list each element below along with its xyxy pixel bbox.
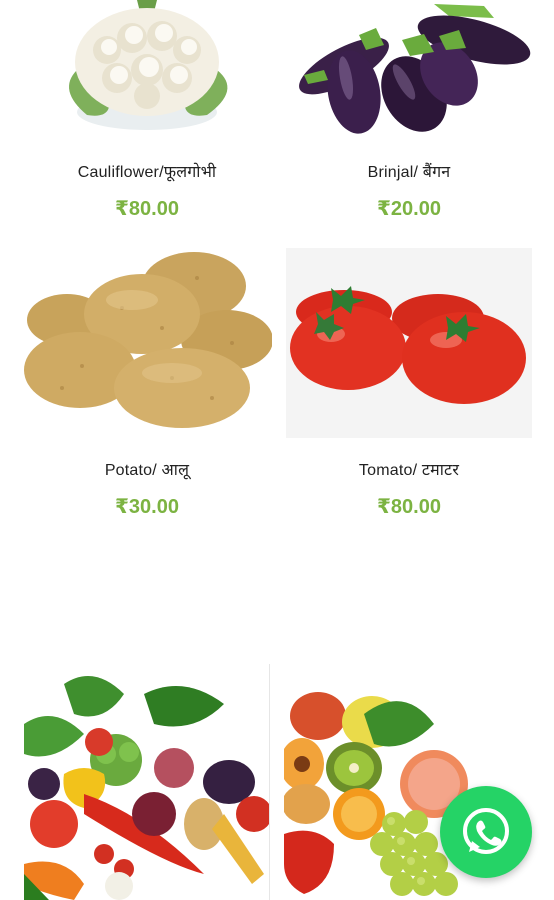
- whatsapp-icon: [463, 808, 509, 854]
- brinjal-image[interactable]: [284, 0, 534, 140]
- product-price: ₹30.00: [115, 496, 179, 518]
- whatsapp-button[interactable]: [440, 786, 532, 878]
- product-price: ₹80.00: [115, 198, 179, 220]
- category-tile-vegetables[interactable]: [24, 664, 270, 900]
- product-name[interactable]: Tomato/ टमाटर: [278, 458, 540, 480]
- potato-image[interactable]: [22, 248, 272, 438]
- product-price: ₹80.00: [377, 496, 441, 518]
- product-card-brinjal[interactable]: Brinjal/ बैंगन ₹20.00: [278, 0, 540, 221]
- mixed-vegetables-image: [24, 676, 269, 900]
- product-name[interactable]: Cauliflower/फूलगोभी: [16, 160, 278, 182]
- product-price: ₹20.00: [377, 198, 441, 220]
- product-card-potato[interactable]: Potato/ आलू ₹30.00: [16, 248, 278, 519]
- cauliflower-image[interactable]: [47, 0, 247, 140]
- product-card-tomato[interactable]: Tomato/ टमाटर ₹80.00: [278, 248, 540, 519]
- tomato-image[interactable]: [286, 248, 532, 438]
- product-name[interactable]: Brinjal/ बैंगन: [278, 160, 540, 182]
- product-card-cauliflower[interactable]: Cauliflower/फूलगोभी ₹80.00: [16, 0, 278, 221]
- product-name[interactable]: Potato/ आलू: [16, 458, 278, 480]
